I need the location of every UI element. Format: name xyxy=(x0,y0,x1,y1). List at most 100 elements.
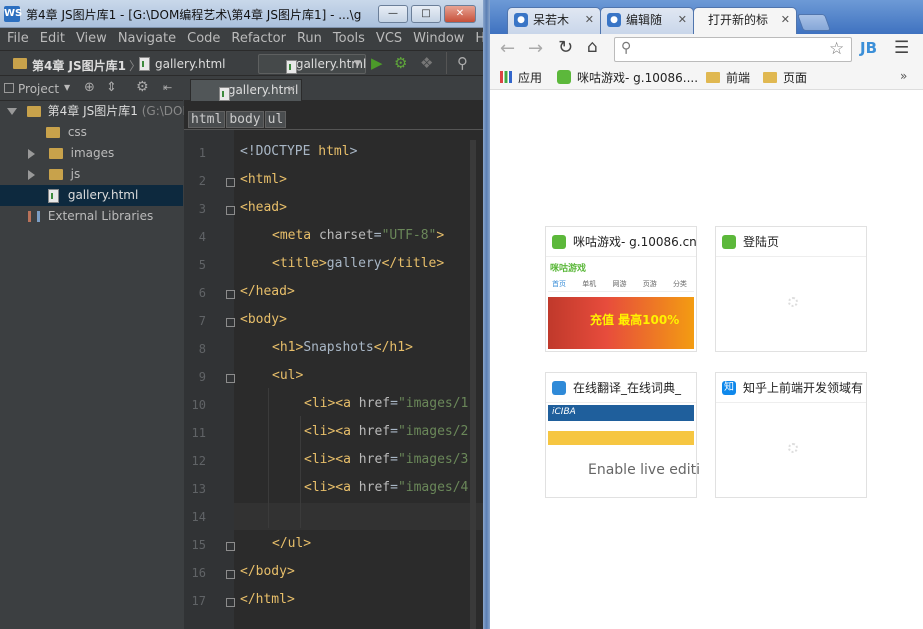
loading-spinner-icon xyxy=(788,297,798,307)
close-tab-icon[interactable]: ✕ xyxy=(287,80,296,100)
fold-marker-icon[interactable] xyxy=(226,542,235,551)
new-tab-button[interactable] xyxy=(796,14,832,31)
menu-edit[interactable]: Edit xyxy=(33,28,69,46)
extension-jb-icon[interactable]: JB xyxy=(860,39,877,57)
bookmark-folder-frontend[interactable]: 前端 xyxy=(706,69,750,86)
iciba-thumb-header: iCIBA xyxy=(548,405,694,421)
tree-item-js[interactable]: js xyxy=(0,164,183,185)
menu-navigate[interactable]: Navigate xyxy=(111,28,180,46)
run-icon[interactable]: ▶ xyxy=(371,54,383,72)
tree-item-external-libraries[interactable]: External Libraries xyxy=(0,206,183,227)
close-tab-icon[interactable]: ✕ xyxy=(781,8,790,32)
fold-marker-icon[interactable] xyxy=(226,318,235,327)
fold-marker-icon[interactable] xyxy=(226,570,235,579)
tree-item-label: 第4章 JS图片库1 xyxy=(47,104,138,118)
line-number: 2 xyxy=(198,174,206,188)
html-file-icon xyxy=(219,86,230,101)
editor-scrollbar[interactable] xyxy=(470,140,476,629)
menu-tools[interactable]: Tools xyxy=(326,28,369,46)
html-file-icon xyxy=(48,188,59,203)
tree-item-css[interactable]: css xyxy=(0,122,183,143)
fold-marker-icon[interactable] xyxy=(226,178,235,187)
site-favicon-icon: ● xyxy=(607,13,621,27)
bookmark-star-icon[interactable]: ☆ xyxy=(829,39,844,59)
maximize-button[interactable]: □ xyxy=(411,5,441,23)
tile-header: 在线翻译_在线词典_ xyxy=(546,373,696,403)
address-bar[interactable]: ⚲ ☆ xyxy=(614,37,852,62)
nav-file-crumb[interactable]: gallery.html xyxy=(155,57,226,71)
fold-marker-icon[interactable] xyxy=(226,374,235,383)
search-icon: ⚲ xyxy=(621,40,632,56)
minimize-button[interactable]: — xyxy=(378,5,408,23)
locate-target-icon[interactable]: ⊕ xyxy=(84,80,95,95)
coverage-icon[interactable]: ❖ xyxy=(420,54,433,72)
menu-file[interactable]: File xyxy=(0,28,33,46)
tile-header: 知 知乎上前端开发领域有 xyxy=(716,373,866,403)
iciba-logo: iCIBA xyxy=(552,407,576,417)
tree-item-gallery-html[interactable]: gallery.html xyxy=(0,185,183,206)
expand-arrow-icon[interactable] xyxy=(7,108,17,115)
collapse-all-icon[interactable]: ⇕ xyxy=(106,80,117,95)
project-view-select[interactable]: Project xyxy=(18,82,59,96)
fold-marker-icon[interactable] xyxy=(226,290,235,299)
menu-code[interactable]: Code xyxy=(180,28,224,46)
tree-item-root[interactable]: 第4章 JS图片库1 (G:\DOM xyxy=(0,101,193,122)
bookmark-apps[interactable]: 应用 xyxy=(500,69,542,86)
line-number: 5 xyxy=(198,258,206,272)
close-button[interactable]: ✕ xyxy=(444,5,476,23)
most-visited-tile-iciba[interactable]: 在线翻译_在线词典_ iCIBA Enable live editi xyxy=(545,372,700,498)
menu-help[interactable]: Help xyxy=(468,28,483,46)
breadcrumb-html[interactable]: html xyxy=(188,111,226,128)
code-line: <h1>Snapshots</h1> xyxy=(272,340,413,355)
reload-icon[interactable]: ↻ xyxy=(558,37,573,58)
tab-spacer xyxy=(184,101,483,108)
close-tab-icon[interactable]: ✕ xyxy=(678,8,687,32)
tab-gallery-html[interactable]: gallery.html ✕ xyxy=(190,79,302,101)
menu-run[interactable]: Run xyxy=(290,28,326,46)
bookmark-migu[interactable]: 咪咕游戏- g.10086.... xyxy=(557,69,698,86)
line-number: 6 xyxy=(198,286,206,300)
browser-tab-strip: ● 呆若木 ✕ ● 编辑随 ✕ 打开新的标 ✕ xyxy=(490,0,923,34)
fold-marker-icon[interactable] xyxy=(226,598,235,607)
code-line: </ul> xyxy=(272,536,312,551)
menu-vcs[interactable]: VCS xyxy=(369,28,406,46)
most-visited-tile-login[interactable]: 登陆页 xyxy=(715,226,867,352)
menu-hamburger-icon[interactable]: ☰ xyxy=(894,38,909,58)
tab-label: 呆若木 xyxy=(533,13,570,27)
bookmark-folder-pages[interactable]: 页面 xyxy=(763,69,807,86)
most-visited-tile-zhihu[interactable]: 知 知乎上前端开发领域有 xyxy=(715,372,867,498)
tree-item-images[interactable]: images xyxy=(0,143,183,164)
bookmarks-overflow-button[interactable]: » xyxy=(900,69,907,83)
gear-icon[interactable]: ⚙ xyxy=(136,79,149,95)
thumb-tab: 页游 xyxy=(642,280,657,288)
search-icon[interactable]: ⚲ xyxy=(457,54,468,72)
tab-label: 打开新的标 xyxy=(708,13,769,27)
bookmark-label: 咪咕游戏- g.10086.... xyxy=(577,71,699,85)
forward-arrow-icon[interactable]: → xyxy=(528,38,543,59)
run-config-select[interactable]: gallery.html ▼ xyxy=(258,54,366,74)
collapsed-arrow-icon[interactable] xyxy=(28,148,35,159)
debug-bug-icon[interactable]: ⚙ xyxy=(394,54,407,72)
menu-window[interactable]: Window xyxy=(406,28,468,46)
line-number: 15 xyxy=(191,538,206,552)
code-editor[interactable]: 1 2 3 4 5 6 7 8 9 10 11 12 13 14 15 16 1… xyxy=(184,130,483,629)
hide-panel-icon[interactable]: ⇤ xyxy=(163,81,172,94)
nav-project-crumb[interactable]: 第4章 JS图片库1 xyxy=(32,57,126,74)
back-arrow-icon[interactable]: ← xyxy=(500,38,515,59)
tile-title: 登陆页 xyxy=(743,235,780,249)
collapsed-arrow-icon[interactable] xyxy=(28,169,35,180)
browser-tab-2[interactable]: ● 编辑随 ✕ xyxy=(600,7,694,34)
html-file-icon xyxy=(139,56,150,71)
breadcrumb-ul[interactable]: ul xyxy=(264,111,287,128)
most-visited-tile-migu[interactable]: 咪咕游戏- g.10086.cn 咪咕游戏 首页 单机 网游 页游 分类 充值 … xyxy=(545,226,697,352)
fold-marker-icon[interactable] xyxy=(226,206,235,215)
browser-tab-1[interactable]: ● 呆若木 ✕ xyxy=(507,7,601,34)
bookmark-label: 前端 xyxy=(726,71,751,85)
menu-refactor[interactable]: Refactor xyxy=(224,28,290,46)
home-icon[interactable]: ⌂ xyxy=(587,37,598,57)
browser-tab-new[interactable]: 打开新的标 ✕ xyxy=(693,7,797,34)
menu-view[interactable]: View xyxy=(69,28,111,46)
page-favicon-icon xyxy=(722,235,736,249)
breadcrumb-body[interactable]: body xyxy=(226,111,264,128)
close-tab-icon[interactable]: ✕ xyxy=(585,8,594,32)
